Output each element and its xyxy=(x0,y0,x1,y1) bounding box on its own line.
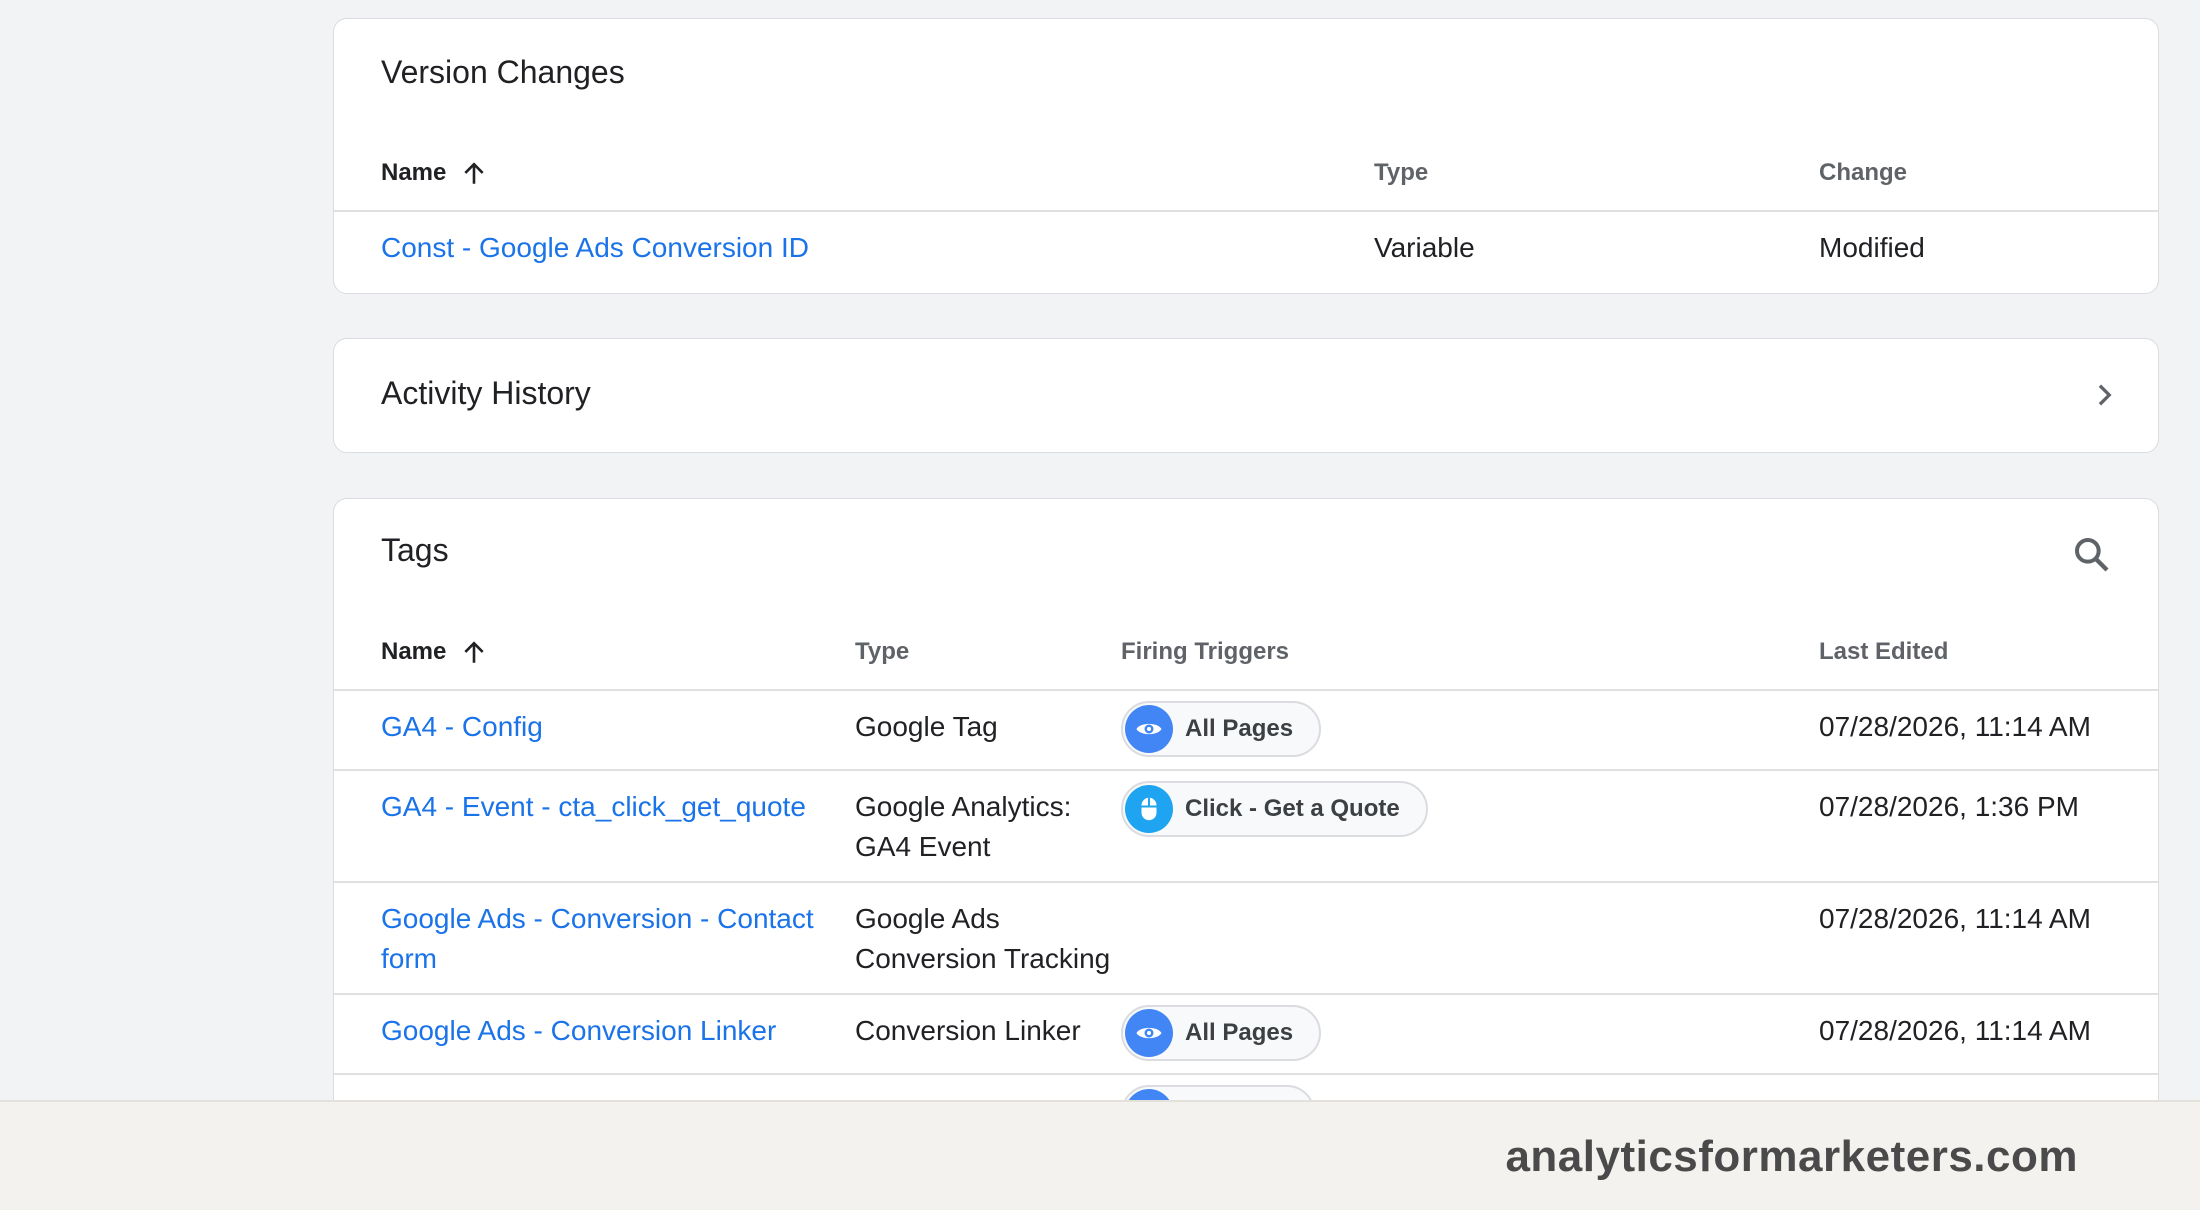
trigger-chip-label: All Pages xyxy=(1185,715,1294,742)
tag-type: Conversion Linker xyxy=(855,1015,1081,1046)
tag-type: Google Ads Conversion Tracking xyxy=(855,899,1110,979)
arrow-up-icon xyxy=(464,641,484,663)
arrow-up-icon xyxy=(464,162,484,184)
activity-history-card[interactable]: Activity History xyxy=(333,338,2159,453)
tag-type-line: Conversion Tracking xyxy=(855,943,1111,974)
version-changes-title: Version Changes xyxy=(381,54,625,90)
sort-by-name-header[interactable]: Name xyxy=(381,159,487,187)
change-column-header[interactable]: Change xyxy=(1819,159,1907,187)
tag-type-line: GA4 Event xyxy=(855,831,991,862)
sort-by-name-header[interactable]: Name xyxy=(381,638,487,666)
change-type: Variable xyxy=(1374,232,1475,263)
tag-name-line: form xyxy=(381,943,437,974)
footer-bar: analyticsformarketers.com xyxy=(0,1100,2200,1210)
table-row[interactable]: Const - Google Ads Conversion ID Variabl… xyxy=(334,210,2158,293)
tag-name-link[interactable]: GA4 - Event - cta_click_get_quote xyxy=(381,787,806,827)
tag-name-link[interactable]: Google Ads - Conversion Linker xyxy=(381,1011,776,1051)
last-edited-timestamp: 07/28/2026, 11:14 AM xyxy=(1819,1015,2091,1046)
type-column-header[interactable]: Type xyxy=(1374,159,1428,187)
activity-history-title: Activity History xyxy=(381,375,591,411)
version-changes-card: Version Changes Name Type Change Const -… xyxy=(333,18,2159,294)
mouse-icon xyxy=(1125,785,1173,833)
chevron-right-icon[interactable] xyxy=(2090,381,2118,409)
name-column-label: Name xyxy=(381,638,447,665)
trigger-chip[interactable]: All Pages xyxy=(1121,701,1322,757)
tag-type: Google Analytics: GA4 Event xyxy=(855,787,1071,867)
search-icon[interactable] xyxy=(2072,535,2112,575)
last-edited-timestamp: 07/28/2026, 1:36 PM xyxy=(1819,791,2079,822)
brand-watermark: analyticsformarketers.com xyxy=(1505,1132,2078,1181)
firing-triggers-column-header[interactable]: Firing Triggers xyxy=(1121,638,1289,666)
tag-type: Google Tag xyxy=(855,711,998,742)
tag-type-line: Google Ads xyxy=(855,903,1000,934)
trigger-chip[interactable]: Click - Get a Quote xyxy=(1121,781,1428,837)
table-row[interactable]: Google Ads - Conversion - Contact form G… xyxy=(334,881,2158,993)
last-edited-timestamp: 07/28/2026, 11:14 AM xyxy=(1819,903,2091,934)
page: Version Changes Name Type Change Const -… xyxy=(0,0,2200,1210)
eye-icon xyxy=(1125,1009,1173,1057)
last-edited-timestamp: 07/28/2026, 11:14 AM xyxy=(1819,711,2091,742)
tags-title: Tags xyxy=(381,532,449,568)
variable-name-link[interactable]: Const - Google Ads Conversion ID xyxy=(381,228,809,268)
table-row[interactable]: Google Ads - Conversion Linker Conversio… xyxy=(334,993,2158,1073)
tag-name-link[interactable]: Google Ads - Conversion - Contact form xyxy=(381,899,814,979)
table-row[interactable]: GA4 - Event - cta_click_get_quote Google… xyxy=(334,769,2158,881)
trigger-chip-label: Click - Get a Quote xyxy=(1185,795,1400,822)
name-column-label: Name xyxy=(381,159,447,186)
tag-name-line: Google Ads - Conversion - Contact xyxy=(381,903,814,934)
trigger-chip[interactable]: All Pages xyxy=(1121,1005,1322,1061)
tag-type-line: Google Analytics: xyxy=(855,791,1072,822)
tag-name-link[interactable]: GA4 - Config xyxy=(381,707,543,747)
table-row[interactable]: GA4 - Config Google Tag All Pages 07/28/… xyxy=(334,689,2158,769)
type-column-header[interactable]: Type xyxy=(855,638,909,666)
last-edited-column-header[interactable]: Last Edited xyxy=(1819,638,1948,666)
trigger-chip-label: All Pages xyxy=(1185,1019,1294,1046)
change-status: Modified xyxy=(1819,232,1925,263)
eye-icon xyxy=(1125,705,1173,753)
